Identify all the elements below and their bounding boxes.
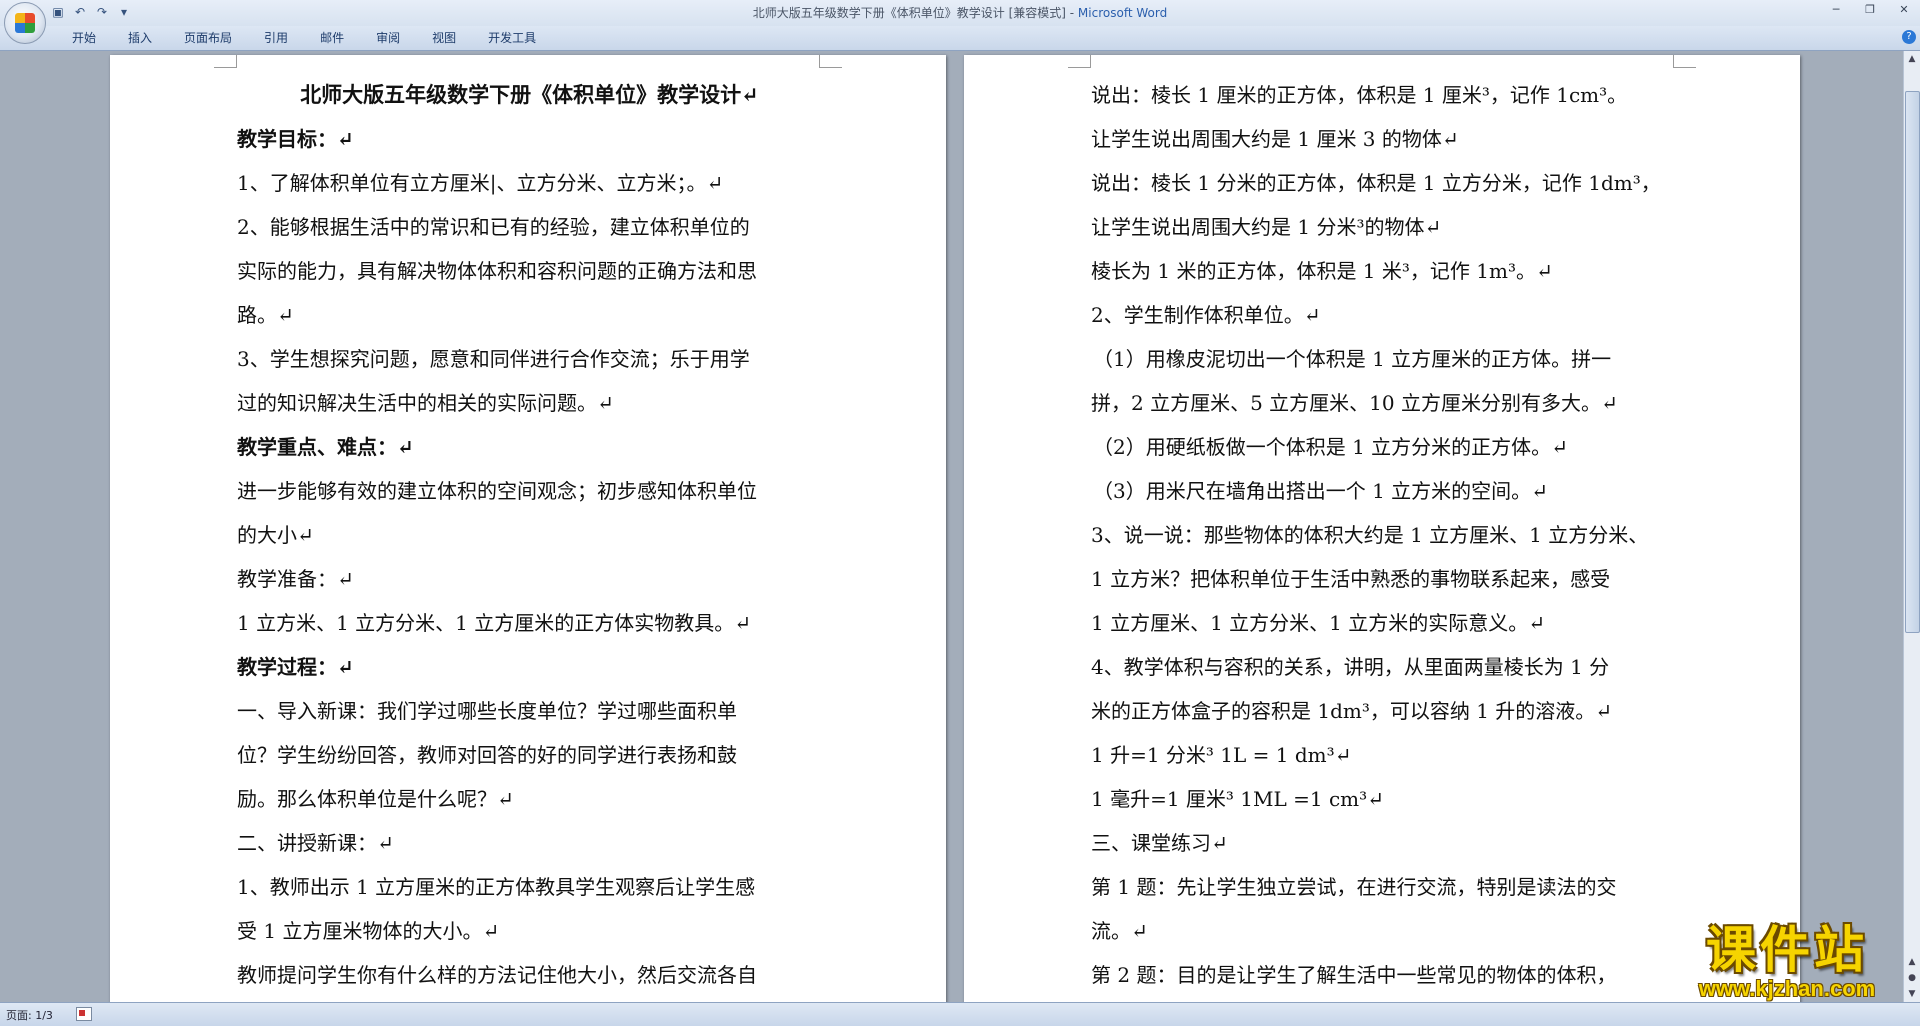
office-logo-icon [15, 13, 35, 33]
ribbon: 开始 插入 页面布局 引用 邮件 审阅 视图 开发工具 ? [0, 26, 1920, 51]
ribbon-tabs: 开始 插入 页面布局 引用 邮件 审阅 视图 开发工具 [56, 30, 552, 46]
paragraph-line: 2、能够根据生活中的常识和已有的经验，建立体积单位的 [237, 215, 750, 239]
paragraph-line: 进一步能够有效的建立体积的空间观念；初步感知体积单位 [237, 479, 757, 503]
tab-review[interactable]: 审阅 [360, 30, 416, 46]
paragraph-line: （3）用米尺在墙角出搭出一个 1 立方米的空间。↵ [1093, 479, 1548, 503]
window-controls: ─ ❐ ✕ [1828, 3, 1912, 16]
tab-home[interactable]: 开始 [56, 30, 112, 46]
paragraph-line: 教师提问学生你有什么样的方法记住他大小，然后交流各自 [237, 963, 757, 987]
app-name: Microsoft Word [1077, 6, 1168, 20]
minimize-icon[interactable]: ─ [1828, 3, 1844, 16]
document-area[interactable]: 北师大版五年级数学下册《体积单位》教学设计↵ 教学目标：↵ 1、了解体积单位有立… [0, 51, 1904, 1002]
proofing-icon[interactable] [76, 1007, 92, 1021]
paragraph-line: 2、学生制作体积单位。↵ [1091, 303, 1321, 327]
paragraph-line: 1 毫升=1 厘米³ 1ML =1 cm³↵ [1091, 787, 1384, 811]
watermark-text: 课件站 [1706, 921, 1868, 979]
page-1[interactable]: 北师大版五年级数学下册《体积单位》教学设计↵ 教学目标：↵ 1、了解体积单位有立… [110, 55, 946, 1002]
paragraph-line: 教学过程：↵ [237, 655, 354, 679]
paragraph-line: 1 立方米？把体积单位于生活中熟悉的事物联系起来，感受 [1091, 567, 1611, 591]
paragraph-line: （2）用硬纸板做一个体积是 1 立方分米的正方体。↵ [1093, 435, 1568, 459]
vertical-scrollbar[interactable]: ▲ ▲ ● ▼ [1903, 51, 1920, 1002]
browse-object-icon[interactable]: ● [1904, 970, 1920, 986]
paragraph-line: 1、了解体积单位有立方厘米|、立方分米、立方米；。↵ [237, 171, 724, 195]
paragraph-line: 过的知识解决生活中的相关的实际问题。↵ [237, 391, 614, 415]
paragraph-line: 拼，2 立方厘米、5 立方厘米、10 立方厘米分别有多大。↵ [1091, 391, 1618, 415]
document-title-line: 北师大版五年级数学下册《体积单位》教学设计↵ [300, 82, 759, 107]
margin-corner-mark [819, 55, 842, 68]
paragraph-line: 3、说一说：那些物体的体积大约是 1 立方厘米、1 立方分米、 [1091, 523, 1649, 547]
previous-page-icon[interactable]: ▲ [1904, 954, 1920, 970]
paragraph-line: 让学生说出周围大约是 1 分米³的物体↵ [1091, 215, 1442, 239]
close-icon[interactable]: ✕ [1896, 3, 1912, 16]
paragraph-line: 路。↵ [237, 303, 294, 327]
paragraph-line: 说出：棱长 1 厘米的正方体，体积是 1 厘米³，记作 1cm³。 [1091, 83, 1628, 107]
next-page-icon[interactable]: ▼ [1904, 986, 1920, 1002]
margin-corner-mark [1673, 55, 1696, 68]
paragraph-line: 4、教学体积与容积的关系，讲明，从里面两量棱长为 1 分 [1091, 655, 1610, 679]
page-2-text[interactable]: 说出：棱长 1 厘米的正方体，体积是 1 厘米³，记作 1cm³。 让学生说出周… [1091, 73, 1676, 997]
paragraph-line: （1）用橡皮泥切出一个体积是 1 立方厘米的正方体。拼一 [1093, 347, 1612, 371]
paragraph-line: 二、讲授新课：↵ [237, 831, 394, 855]
paragraph-line: 第 2 题：目的是让学生了解生活中一些常见的物体的体积， [1091, 963, 1617, 987]
paragraph-line: 1 升=1 分米³ 1L = 1 dm³↵ [1091, 743, 1352, 767]
paragraph-line: 一、导入新课：我们学过哪些长度单位？学过哪些面积单 [237, 699, 737, 723]
tab-developer[interactable]: 开发工具 [472, 30, 552, 46]
paragraph-line: 受 1 立方厘米物体的大小。↵ [237, 919, 500, 943]
tab-page-layout[interactable]: 页面布局 [168, 30, 248, 46]
paragraph-line: 棱长为 1 米的正方体，体积是 1 米³，记作 1m³。↵ [1091, 259, 1553, 283]
margin-corner-mark [1068, 55, 1091, 68]
watermark-logo: 课件站 www.kjzhan.com [1668, 922, 1906, 1004]
paragraph-line: 1 立方米、1 立方分米、1 立方厘米的正方体实物教具。↵ [237, 611, 752, 635]
paragraph-line: 实际的能力，具有解决物体体积和容积问题的正确方法和思 [237, 259, 757, 283]
page-1-text[interactable]: 北师大版五年级数学下册《体积单位》教学设计↵ 教学目标：↵ 1、了解体积单位有立… [237, 73, 822, 997]
paragraph-line: 米的正方体盒子的容积是 1dm³，可以容纳 1 升的溶液。↵ [1091, 699, 1613, 723]
paragraph-line: 流。↵ [1091, 919, 1148, 943]
watermark-url: www.kjzhan.com [1698, 976, 1876, 1001]
tab-mailings[interactable]: 邮件 [304, 30, 360, 46]
window-title: 北师大版五年级数学下册《体积单位》教学设计 [兼容模式] - Microsoft… [0, 4, 1920, 21]
scrollbar-thumb[interactable] [1905, 91, 1920, 633]
help-icon[interactable]: ? [1902, 30, 1916, 44]
paragraph-line: 教学目标：↵ [237, 127, 354, 151]
paragraph-line: 的大小↵ [237, 523, 314, 547]
scroll-up-arrow-icon[interactable]: ▲ [1904, 51, 1920, 67]
paragraph-line: 励。那么体积单位是什么呢？↵ [237, 787, 514, 811]
paragraph-line: 3、学生想探究问题，愿意和同伴进行合作交流；乐于用学 [237, 347, 750, 371]
tab-insert[interactable]: 插入 [112, 30, 168, 46]
margin-corner-mark [214, 55, 237, 68]
tab-references[interactable]: 引用 [248, 30, 304, 46]
paragraph-line: 说出：棱长 1 分米的正方体，体积是 1 立方分米，记作 1dm³， [1091, 171, 1661, 195]
tab-view[interactable]: 视图 [416, 30, 472, 46]
document-title: 北师大版五年级数学下册《体积单位》教学设计 [兼容模式] - [752, 6, 1078, 20]
page-2[interactable]: 说出：棱长 1 厘米的正方体，体积是 1 厘米³，记作 1cm³。 让学生说出周… [964, 55, 1800, 1002]
paragraph-line: 教学重点、难点：↵ [237, 435, 414, 459]
status-bar: 页面: 1/3 [0, 1002, 1920, 1026]
paragraph-line: 第 1 题：先让学生独立尝试，在进行交流，特别是读法的交 [1091, 875, 1617, 899]
page-indicator[interactable]: 页面: 1/3 [6, 1007, 53, 1023]
paragraph-line: 教学准备：↵ [237, 567, 354, 591]
paragraph-line: 1、教师出示 1 立方厘米的正方体教具学生观察后让学生感 [237, 875, 756, 899]
title-bar: ▣ ↶ ↷ ▾ 北师大版五年级数学下册《体积单位》教学设计 [兼容模式] - M… [0, 0, 1920, 44]
paragraph-line: 让学生说出周围大约是 1 厘米 3 的物体↵ [1091, 127, 1459, 151]
maximize-icon[interactable]: ❐ [1862, 3, 1878, 16]
paragraph-line: 1 立方厘米、1 立方分米、1 立方米的实际意义。↵ [1091, 611, 1546, 635]
paragraph-line: 三、课堂练习↵ [1091, 831, 1228, 855]
office-button[interactable] [4, 2, 46, 44]
paragraph-line: 位？学生纷纷回答，教师对回答的好的同学进行表扬和鼓 [237, 743, 737, 767]
